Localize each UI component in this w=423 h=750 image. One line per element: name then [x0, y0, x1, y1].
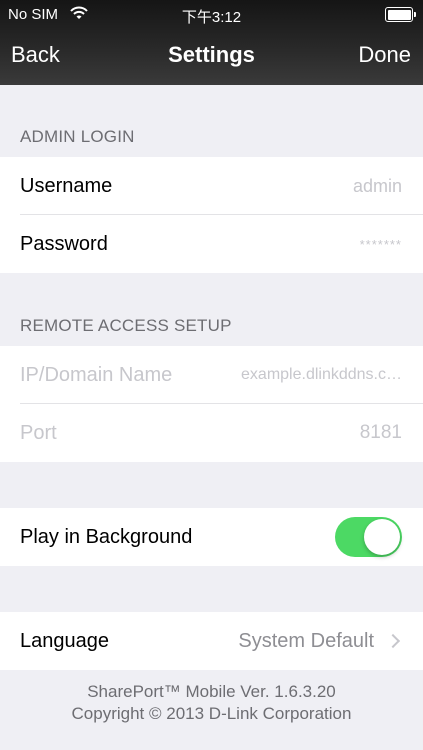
battery-icon	[385, 7, 416, 22]
play-in-background-row: Play in Background	[0, 508, 423, 566]
language-value: System Default	[238, 629, 374, 652]
port-field[interactable]: 8181	[360, 422, 402, 444]
status-bar: No SIM 下午3:12	[0, 0, 423, 30]
language-group: Language System Default	[0, 612, 423, 670]
admin-login-group: Username admin Password *******	[0, 157, 423, 273]
username-row[interactable]: Username admin	[0, 157, 423, 215]
copyright-text: Copyright © 2013 D-Link Corporation	[71, 704, 352, 723]
clock: 下午3:12	[181, 9, 242, 26]
ip-domain-row[interactable]: IP/Domain Name example.dlinkddns.c…	[0, 346, 423, 404]
username-field[interactable]: admin	[353, 176, 402, 197]
username-label: Username	[20, 174, 113, 197]
password-label: Password	[20, 232, 108, 255]
footer: SharePort™ Mobile Ver. 1.6.3.20 Copyrigh…	[0, 681, 423, 725]
chevron-right-icon	[385, 633, 401, 649]
play-in-background-toggle[interactable]	[335, 517, 402, 557]
language-label: Language	[20, 629, 109, 652]
version-text: SharePort™ Mobile Ver. 1.6.3.20	[87, 682, 336, 701]
remote-access-header: REMOTE ACCESS SETUP	[20, 316, 232, 335]
port-label: Port	[20, 421, 57, 444]
navigation-bar: Back Settings Done	[0, 30, 423, 85]
top-bar: No SIM 下午3:12 Back Settings Done	[0, 0, 423, 85]
background-group: Play in Background	[0, 508, 423, 566]
done-button[interactable]: Done	[358, 42, 411, 68]
ip-domain-label: IP/Domain Name	[20, 363, 173, 386]
toggle-knob	[364, 519, 400, 555]
ip-domain-field[interactable]: example.dlinkddns.c…	[241, 366, 402, 384]
admin-login-header: ADMIN LOGIN	[20, 127, 135, 146]
password-field[interactable]: *******	[360, 237, 402, 252]
password-row[interactable]: Password *******	[0, 215, 423, 273]
port-row[interactable]: Port 8181	[0, 404, 423, 462]
play-in-background-label: Play in Background	[20, 525, 193, 548]
remote-access-group: IP/Domain Name example.dlinkddns.c… Port…	[0, 346, 423, 462]
language-row[interactable]: Language System Default	[0, 612, 423, 670]
